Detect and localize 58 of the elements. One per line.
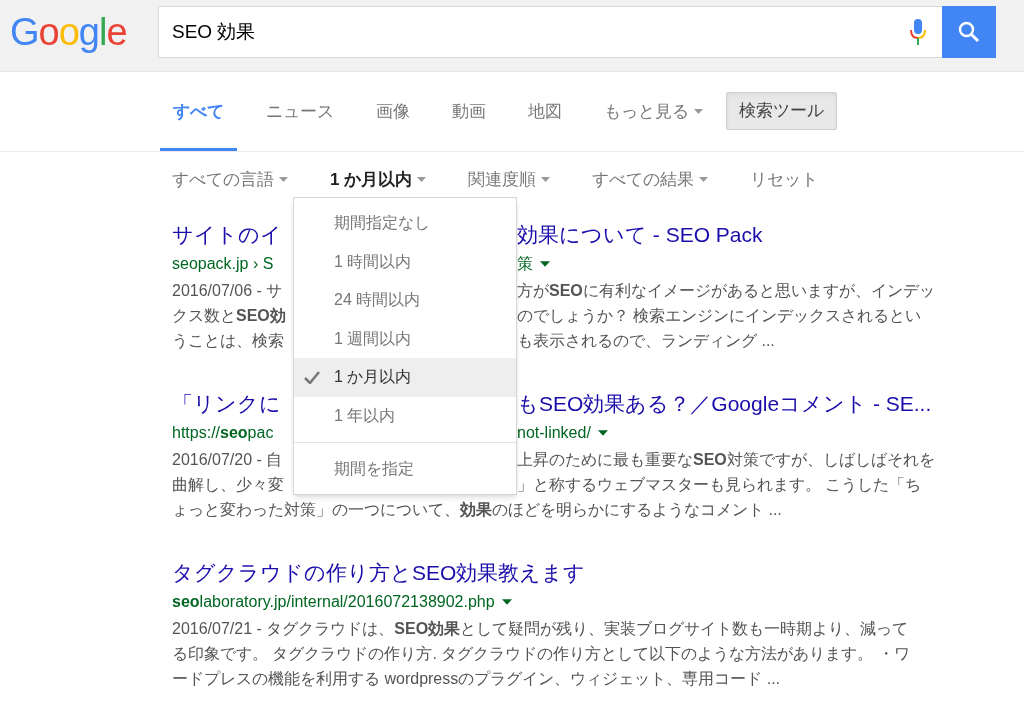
search-query: SEO 効果 <box>172 19 257 44</box>
caret-icon <box>541 177 551 182</box>
google-logo[interactable]: Google <box>0 6 158 58</box>
result-snippet: ょっと変わった対策」の一つについて、効果のほどを明らかにするようなコメント ... <box>172 499 782 520</box>
menu-item[interactable]: 1 時間以内 <box>294 242 516 281</box>
filter-dropdown[interactable]: リセット <box>750 166 819 193</box>
result-snippet: ードプレスの機能を利用する wordpressのプラグイン、ウィジェット、専用コード ... <box>172 668 781 689</box>
result-url: not-linked/ <box>517 423 591 443</box>
result-snippet: 上昇のために最も重要なSEO対策ですが、しばしばそれを <box>517 449 935 470</box>
result-title-link[interactable]: タグクラウドの作り方とSEO効果教えます <box>172 557 586 589</box>
more-tab[interactable]: もっと見る <box>591 72 716 151</box>
result-url: seopack.jp › S <box>172 255 274 272</box>
menu-item[interactable]: 1 か月以内 <box>294 358 516 397</box>
result-snippet: 」と称するウェブマスターも見られます。 こうした「ち <box>517 474 922 495</box>
caret-icon <box>540 261 550 267</box>
search-tools-button[interactable]: 検索ツール <box>726 92 837 130</box>
nav-tab[interactable]: 画像 <box>363 72 423 151</box>
menu-item[interactable]: 期間指定なし <box>294 204 516 243</box>
result-snippet: 2016/07/20 - 自 <box>172 450 283 468</box>
filter-dropdown[interactable]: 1 か月以内 <box>330 166 427 193</box>
search-icon <box>957 20 981 44</box>
result-snippet: のでしょうか？ 検索エンジンにインデックスされるとい <box>517 305 922 326</box>
search-field[interactable]: SEO 効果 <box>158 6 942 58</box>
menu-item[interactable]: 1 週間以内 <box>294 319 516 358</box>
result-snippet: 2016/07/21 - タグクラウドは、SEO効果として疑問が残り、実装ブログサイト数も一時期より、減って <box>172 618 909 639</box>
filter-dropdown[interactable]: すべての言語 <box>172 166 288 193</box>
result-title-link[interactable]: 効果について - SEO Pack <box>517 219 763 251</box>
result-title-link[interactable]: サイトのイ <box>172 223 282 247</box>
caret-icon <box>694 109 703 114</box>
nav-tab[interactable]: ニュース <box>253 72 347 151</box>
search-button[interactable] <box>942 6 996 58</box>
nav-tab[interactable]: すべて <box>160 72 237 151</box>
result-url: https://seopac <box>172 424 274 441</box>
nav-tab[interactable]: 地図 <box>515 72 575 151</box>
menu-item[interactable]: 24 時間以内 <box>294 281 516 320</box>
result-snippet: る印象です。 タグクラウドの作り方. タグクラウドの作り方として以下のような方法があります。 ・ワ <box>172 643 910 664</box>
result-url: seolaboratory.jp/internal/2016072138902.php <box>172 592 495 612</box>
result-snippet: も表示されるので、ランディング ... <box>517 330 775 351</box>
filter-dropdown[interactable]: すべての結果 <box>592 166 709 193</box>
caret-icon <box>699 177 709 182</box>
menu-item[interactable]: 期間を指定 <box>294 450 516 488</box>
caret-icon <box>501 599 512 605</box>
microphone-icon[interactable] <box>910 19 926 45</box>
result-url: 策 <box>517 254 533 274</box>
caret-icon <box>417 177 427 182</box>
result-title-link[interactable]: 「リンクに <box>172 392 281 416</box>
result-snippet: クス数とSEO効 <box>172 306 286 324</box>
caret-icon <box>597 430 608 436</box>
result-snippet: 方がSEOに有利なイメージがあると思いますが、インデッ <box>517 280 935 301</box>
checkmark-icon <box>304 371 320 384</box>
result-snippet: 2016/07/06 - サ <box>172 281 283 299</box>
caret-icon <box>279 177 288 182</box>
nav-tab[interactable]: 動画 <box>439 72 499 151</box>
result-snippet: うことは、検索 <box>172 331 284 349</box>
result-snippet: 曲解し、少々変 <box>172 475 284 493</box>
filter-dropdown[interactable]: 関連度順 <box>468 166 551 193</box>
menu-item[interactable]: 1 年以内 <box>294 396 516 435</box>
result-title-link[interactable]: もSEO効果ある？／Googleコメント - SE... <box>517 388 932 420</box>
